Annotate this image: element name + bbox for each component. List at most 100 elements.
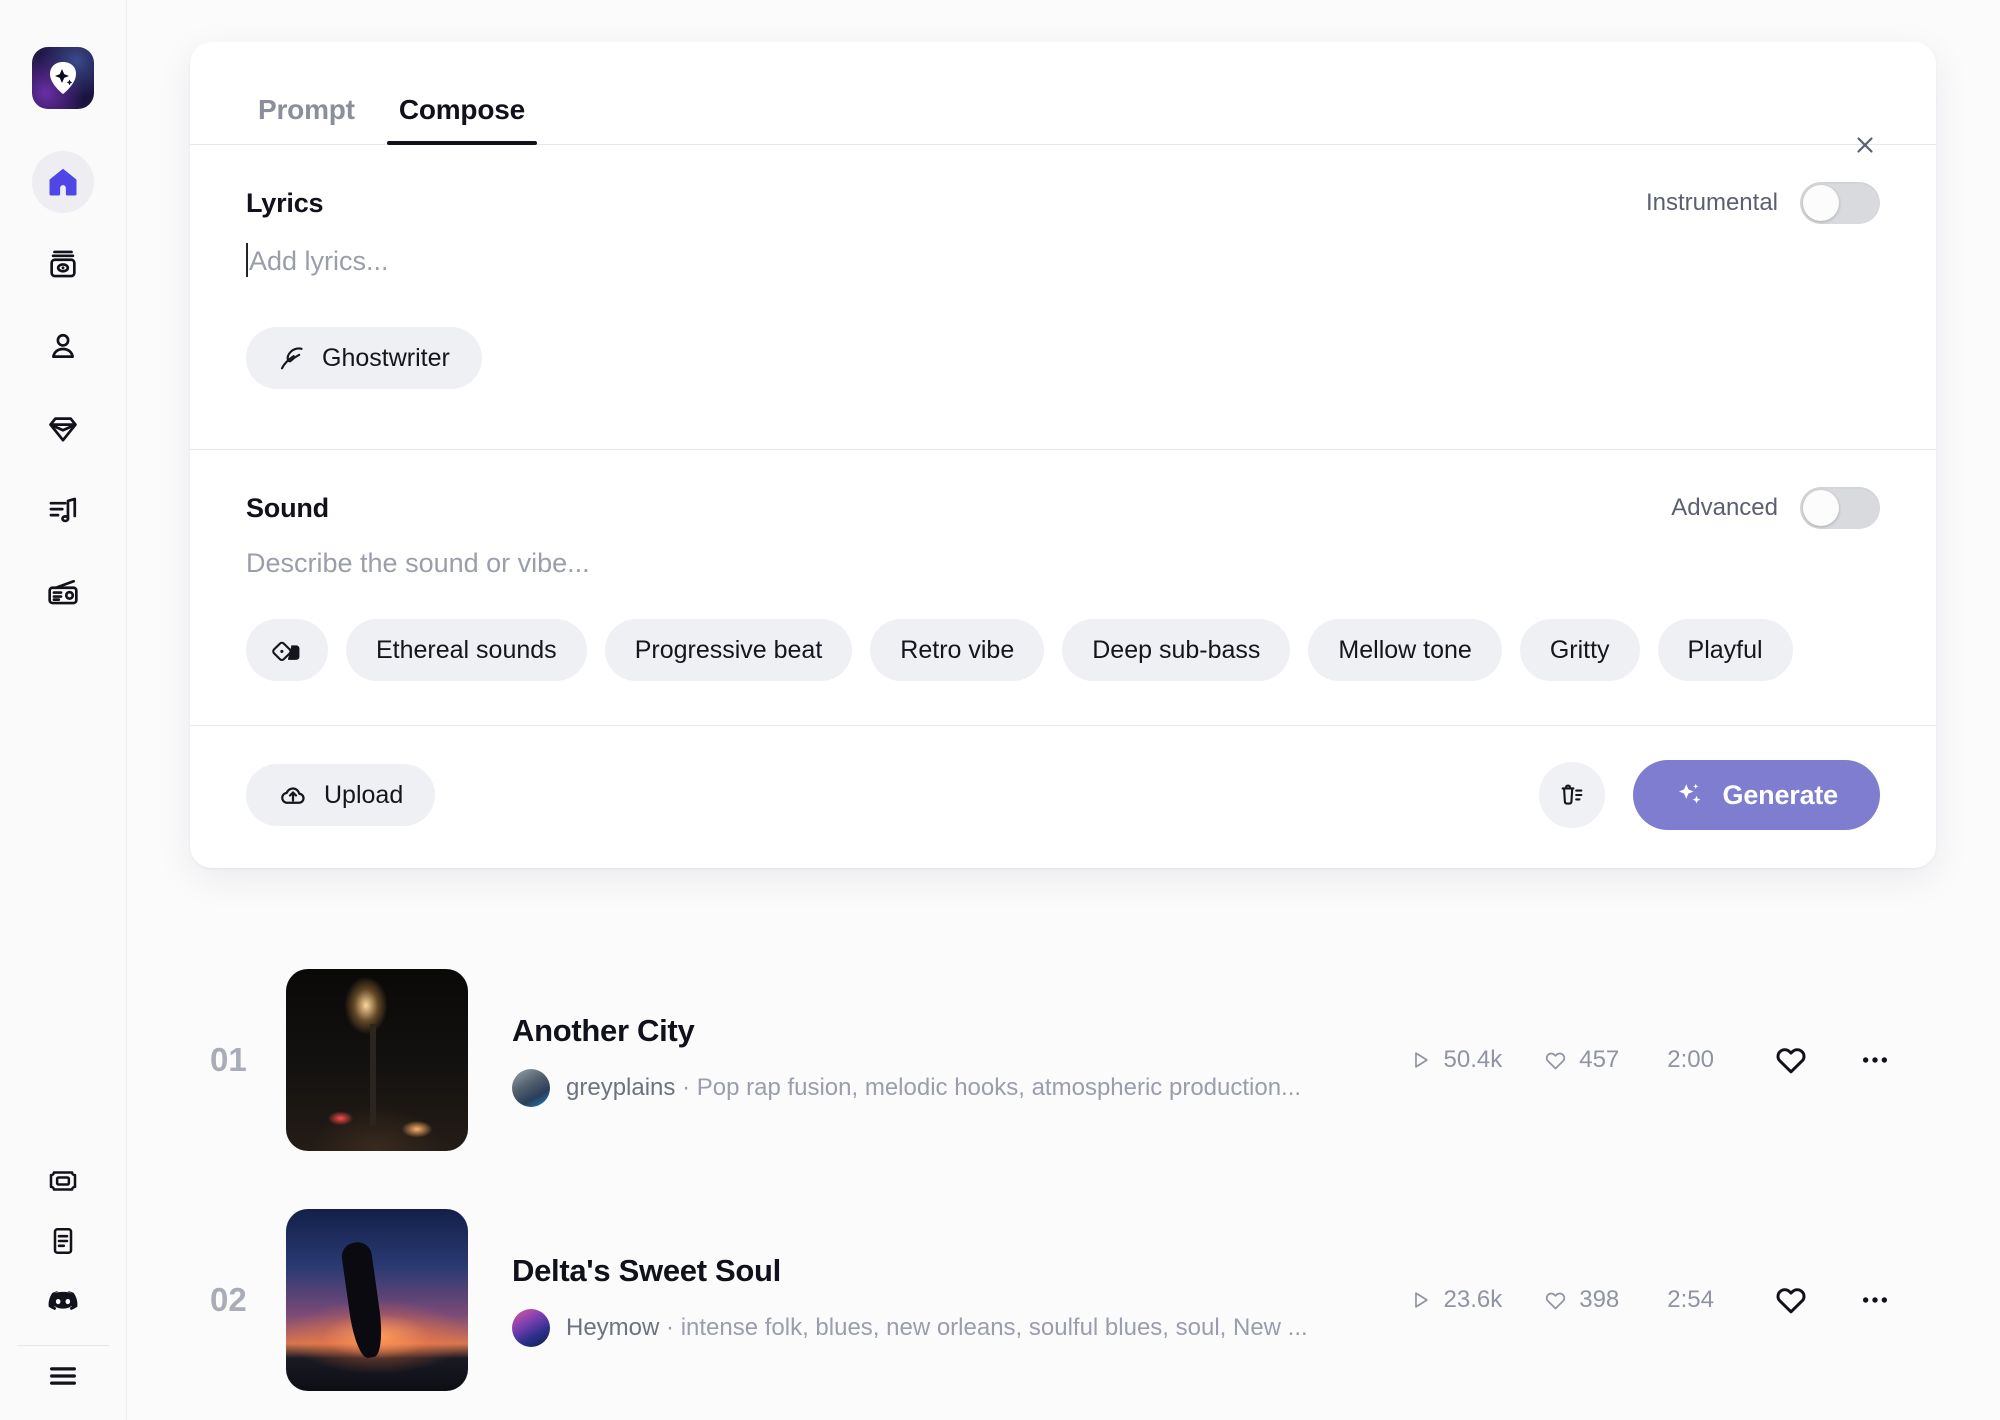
- sidebar-item-playlists[interactable]: [32, 479, 94, 541]
- track-index: 01: [210, 1041, 247, 1078]
- home-icon: [45, 164, 81, 200]
- discord-icon: [46, 1284, 80, 1318]
- track-duration: 2:54: [1667, 1286, 1714, 1313]
- track-list: 01 Another City greyplains · Pop rap fus…: [190, 940, 1936, 1420]
- trash-list-icon: [1558, 781, 1586, 809]
- hamburger-menu-icon: [46, 1359, 80, 1393]
- upload-button[interactable]: Upload: [246, 764, 436, 826]
- advanced-label: Advanced: [1671, 494, 1778, 521]
- sidebar-item-docs[interactable]: [33, 1211, 93, 1271]
- sidebar-nav-top: [32, 151, 94, 623]
- instrumental-toggle-group: Instrumental: [1646, 182, 1880, 224]
- heart-icon: [1544, 1049, 1567, 1072]
- document-icon: [47, 1225, 79, 1257]
- sidebar-item-home[interactable]: [32, 151, 94, 213]
- advanced-toggle-group: Advanced: [1671, 487, 1880, 529]
- track-artist[interactable]: Heymow: [566, 1314, 659, 1341]
- app-root: Prompt Compose Lyrics Instrumental Add l…: [0, 0, 2000, 1420]
- more-options-button[interactable]: [1858, 1043, 1892, 1077]
- style-chip-6[interactable]: Playful: [1657, 619, 1793, 681]
- shuffle-styles-button[interactable]: [246, 619, 328, 681]
- track-subtitle: greyplains · Pop rap fusion, melodic hoo…: [512, 1069, 1368, 1107]
- toggle-knob: [1803, 490, 1839, 526]
- main-content: Prompt Compose Lyrics Instrumental Add l…: [127, 0, 2000, 1420]
- generate-label: Generate: [1722, 779, 1839, 810]
- radio-icon: [46, 575, 80, 609]
- tab-compose[interactable]: Compose: [386, 94, 538, 145]
- like-button[interactable]: [1774, 1043, 1808, 1077]
- diamond-icon: [46, 411, 80, 445]
- sidebar-item-tickets[interactable]: [33, 1151, 93, 1211]
- play-count: 23.6k: [1410, 1286, 1502, 1314]
- like-button[interactable]: [1774, 1283, 1808, 1317]
- sidebar-item-radio[interactable]: [32, 561, 94, 623]
- track-artwork[interactable]: [286, 1209, 468, 1391]
- tab-prompt[interactable]: Prompt: [246, 94, 367, 144]
- clear-button[interactable]: [1538, 762, 1605, 828]
- ghostwriter-button[interactable]: Ghostwriter: [246, 327, 482, 389]
- playlist-music-icon: [46, 493, 80, 527]
- sidebar-item-premium[interactable]: [32, 397, 94, 459]
- person-icon: [46, 329, 80, 363]
- app-logo-guitar-pick[interactable]: [32, 47, 94, 109]
- avatar: [512, 1309, 550, 1347]
- dice-shuffle-icon: [272, 635, 302, 665]
- style-chip-2[interactable]: Retro vibe: [870, 619, 1045, 681]
- more-options-button[interactable]: [1858, 1283, 1892, 1317]
- generate-button[interactable]: Generate: [1632, 760, 1880, 830]
- close-button[interactable]: [1842, 122, 1888, 168]
- meta-separator: ·: [675, 1074, 697, 1101]
- track-title[interactable]: Another City: [512, 1013, 1368, 1049]
- ghostwriter-row: Ghostwriter: [246, 327, 1880, 431]
- sound-header: Sound Advanced: [246, 480, 1880, 536]
- track-index: 02: [210, 1281, 247, 1318]
- sound-input[interactable]: Describe the sound or vibe...: [246, 536, 1880, 579]
- composer-card: Prompt Compose Lyrics Instrumental Add l…: [190, 42, 1936, 868]
- sidebar-nav-bottom: [0, 1151, 126, 1420]
- sidebar-item-profile[interactable]: [32, 315, 94, 377]
- style-chip-5[interactable]: Gritty: [1519, 619, 1640, 681]
- lyrics-placeholder: Add lyrics...: [249, 246, 389, 276]
- heart-outline-icon: [1774, 1283, 1808, 1317]
- cloud-upload-icon: [278, 780, 308, 810]
- like-count: 457: [1544, 1046, 1619, 1074]
- lyrics-input-wrap: Add lyrics... Ghostwriter: [246, 231, 1880, 449]
- more-horizontal-icon: [1858, 1283, 1892, 1317]
- track-info: Delta's Sweet Soul Heymow · intense folk…: [468, 1253, 1368, 1347]
- sidebar-item-discord[interactable]: [33, 1271, 93, 1331]
- table-row[interactable]: 02 Delta's Sweet Soul Heymow · intense f…: [190, 1180, 1936, 1420]
- style-chips-row: Ethereal sounds Progressive beat Retro v…: [246, 579, 1880, 725]
- heart-outline-icon: [1774, 1043, 1808, 1077]
- sidebar: [0, 0, 127, 1420]
- feather-icon: [278, 344, 306, 372]
- style-chip-3[interactable]: Deep sub-bass: [1062, 619, 1291, 681]
- sidebar-item-menu[interactable]: [33, 1346, 93, 1406]
- track-tags: intense folk, blues, new orleans, soulfu…: [680, 1314, 1308, 1341]
- track-artwork[interactable]: [286, 969, 468, 1151]
- style-chip-4[interactable]: Mellow tone: [1308, 619, 1502, 681]
- style-chip-1[interactable]: Progressive beat: [604, 619, 853, 681]
- text-caret: [246, 243, 248, 277]
- lyrics-section: Lyrics Instrumental Add lyrics... Ghostw…: [190, 145, 1936, 449]
- instrumental-toggle[interactable]: [1800, 182, 1880, 224]
- sound-title: Sound: [246, 492, 329, 523]
- track-stats: 50.4k 457 2:00: [1368, 1043, 1892, 1077]
- instrumental-label: Instrumental: [1645, 189, 1778, 216]
- play-count-value: 50.4k: [1443, 1046, 1503, 1073]
- play-icon: [1410, 1289, 1432, 1311]
- advanced-toggle[interactable]: [1800, 487, 1880, 529]
- composer-footer-actions: Generate: [1538, 760, 1880, 830]
- style-chip-0[interactable]: Ethereal sounds: [346, 619, 587, 681]
- composer-footer: Upload Generate: [190, 725, 1936, 868]
- table-row[interactable]: 01 Another City greyplains · Pop rap fus…: [190, 940, 1936, 1180]
- toggle-knob: [1803, 185, 1839, 221]
- sidebar-item-library[interactable]: [32, 233, 94, 295]
- sound-section: Sound Advanced Describe the sound or vib…: [190, 450, 1936, 725]
- lyrics-input[interactable]: Add lyrics...: [246, 231, 1880, 277]
- track-title[interactable]: Delta's Sweet Soul: [512, 1253, 1368, 1289]
- track-info: Another City greyplains · Pop rap fusion…: [468, 1013, 1368, 1107]
- play-count: 50.4k: [1410, 1046, 1503, 1074]
- meta-separator: ·: [659, 1314, 681, 1341]
- track-artist[interactable]: greyplains: [566, 1074, 675, 1101]
- lyrics-header: Lyrics Instrumental: [246, 175, 1880, 231]
